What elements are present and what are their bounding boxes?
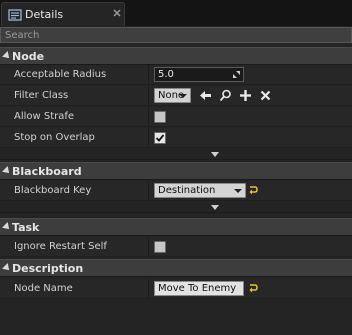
category-node[interactable]: Node (0, 47, 352, 65)
chevron-down-icon (234, 189, 242, 193)
blackboard-key-value: Destination (158, 185, 216, 196)
collapse-arrow-icon (2, 263, 12, 273)
collapse-arrow-icon (2, 222, 12, 232)
drag-handle-icon[interactable] (233, 71, 240, 78)
category-label: Task (12, 221, 40, 234)
category-label: Description (12, 262, 84, 275)
column-divider[interactable] (148, 279, 149, 298)
column-divider[interactable] (148, 86, 149, 105)
node-name-field[interactable]: Move To Enemy (154, 281, 244, 296)
details-panel: Node Acceptable Radius 5.0 Filter Class … (0, 26, 352, 335)
property-label: Allow Strafe (14, 111, 75, 122)
close-icon[interactable] (112, 8, 122, 18)
checkmark-icon (155, 134, 165, 142)
chevron-down-icon (211, 152, 219, 157)
property-node-name: Node Name Move To Enemy (0, 279, 352, 299)
category-description[interactable]: Description (0, 259, 352, 277)
property-blackboard-key: Blackboard Key Destination (0, 181, 352, 201)
advanced-expander[interactable] (0, 149, 352, 160)
collapse-arrow-icon (2, 166, 12, 176)
property-acceptable-radius: Acceptable Radius 5.0 (0, 65, 352, 85)
clear-icon[interactable] (259, 89, 272, 102)
property-label: Stop on Overlap (14, 132, 95, 143)
column-divider[interactable] (148, 237, 149, 256)
property-ignore-restart-self: Ignore Restart Self (0, 237, 352, 257)
node-name-value: Move To Enemy (158, 283, 237, 294)
category-blackboard[interactable]: Blackboard (0, 162, 352, 180)
acceptable-radius-field[interactable]: 5.0 (154, 67, 244, 82)
property-stop-on-overlap: Stop on Overlap (0, 128, 352, 148)
chevron-down-icon (211, 205, 219, 210)
category-label: Blackboard (12, 165, 82, 178)
advanced-expander[interactable] (0, 202, 352, 213)
add-icon[interactable] (239, 89, 252, 102)
column-divider[interactable] (148, 181, 149, 200)
blackboard-key-dropdown[interactable]: Destination (154, 183, 246, 198)
property-label: Ignore Restart Self (14, 241, 107, 252)
column-divider[interactable] (148, 128, 149, 147)
collapse-arrow-icon (2, 51, 12, 61)
allow-strafe-checkbox[interactable] (154, 111, 166, 123)
search-input[interactable] (0, 27, 352, 43)
column-divider[interactable] (148, 65, 149, 84)
property-allow-strafe: Allow Strafe (0, 107, 352, 127)
stop-on-overlap-checkbox[interactable] (154, 132, 166, 144)
category-task[interactable]: Task (0, 218, 352, 236)
ignore-restart-self-checkbox[interactable] (154, 241, 166, 253)
property-label: Filter Class (14, 90, 69, 101)
property-filter-class: Filter Class None (0, 86, 352, 106)
tab-details[interactable]: Details (1, 2, 125, 26)
tab-bar: Details (0, 0, 352, 27)
property-label: Acceptable Radius (14, 69, 107, 80)
filter-class-dropdown[interactable]: None (154, 88, 191, 103)
details-icon (8, 9, 22, 21)
category-label: Node (12, 50, 45, 63)
tab-title: Details (25, 8, 64, 21)
browse-magnifier-icon[interactable] (219, 89, 232, 102)
chevron-down-icon (179, 94, 187, 98)
acceptable-radius-value: 5.0 (158, 69, 174, 80)
property-label: Node Name (14, 283, 73, 294)
property-label: Blackboard Key (14, 185, 92, 196)
reset-to-default-icon[interactable] (249, 283, 258, 294)
reset-to-default-icon[interactable] (249, 185, 258, 196)
column-divider[interactable] (148, 107, 149, 126)
use-selected-arrow-icon[interactable] (199, 89, 212, 102)
